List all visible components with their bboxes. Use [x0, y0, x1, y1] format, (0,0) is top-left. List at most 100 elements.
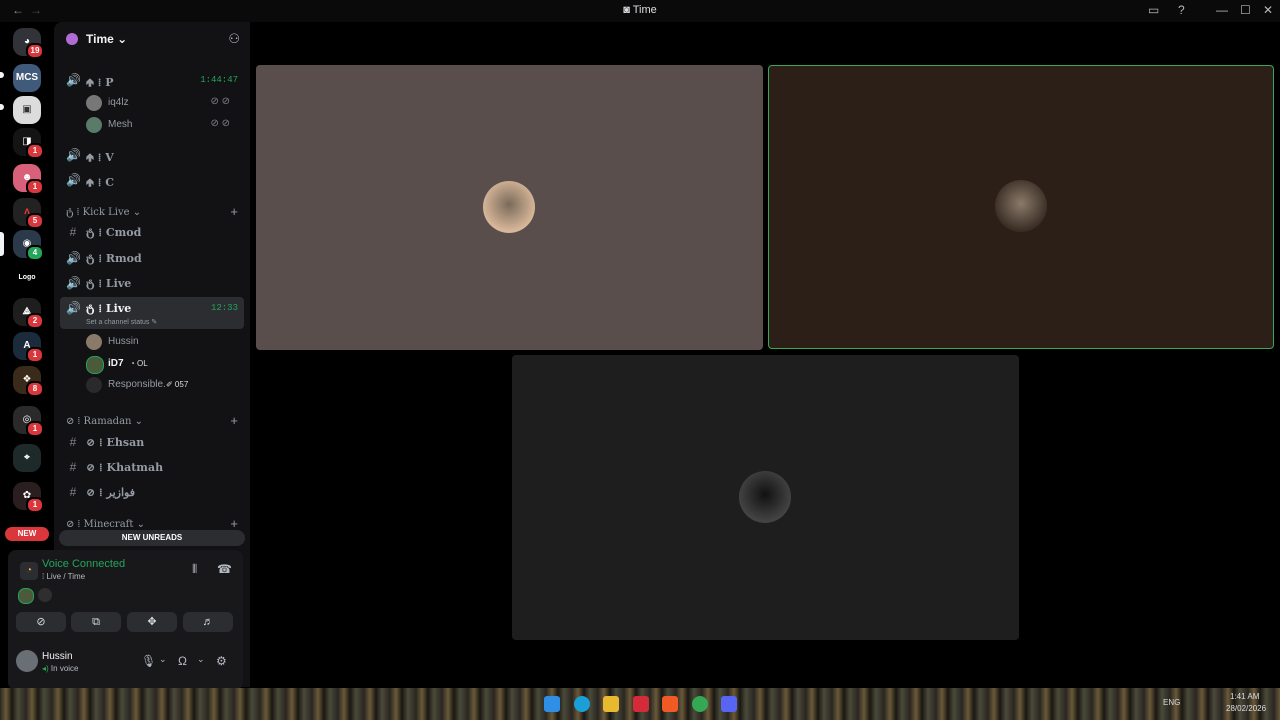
server-icon[interactable]: MCS: [13, 64, 41, 92]
add-channel-icon[interactable]: +: [230, 516, 238, 531]
voice-channel-rmod[interactable]: 🔊 ტ ⁞ Rmod: [60, 247, 244, 269]
server-icon[interactable]: ▣: [13, 96, 41, 124]
chevron-down-icon: ⌄: [134, 416, 144, 427]
muted-deafened-icon: ⊘ ⊘: [210, 118, 230, 129]
video-tile[interactable]: [512, 355, 1019, 640]
server-folder[interactable]: ❖ 8: [13, 366, 44, 397]
chrome-icon[interactable]: [692, 696, 708, 712]
title-bar: ← → ◙ Time ▭ ? — ☐ ✕: [0, 0, 1280, 22]
participant-avatar: [995, 180, 1047, 232]
speaker-icon: 🔊: [66, 173, 81, 187]
voice-channel-p[interactable]: 🔊 🢁 ⁞ P 1:44:47: [60, 69, 244, 91]
text-channel-cmod[interactable]: # ტ ⁞ Cmod: [60, 221, 244, 243]
avatar[interactable]: [18, 588, 34, 604]
text-channel-fawazeer[interactable]: # ⊘ ⁞ فوازير: [60, 481, 244, 503]
avatar: [86, 95, 102, 111]
camera-off-icon: ⊘: [36, 616, 46, 628]
unread-pill: [0, 72, 4, 78]
speaker-icon: ◙: [623, 4, 633, 16]
new-unreads-pill[interactable]: NEW: [5, 527, 49, 541]
participant-avatar: [739, 471, 791, 523]
chevron-down-icon: ⌄: [132, 207, 142, 218]
video-tile-speaking[interactable]: [768, 65, 1274, 349]
voice-channel-live-active[interactable]: 🔊 ტ ⁞ Live 12:33 Set a channel status ✎: [60, 297, 244, 329]
server-folder[interactable]: ✿ 1: [13, 482, 44, 513]
disconnect-icon[interactable]: ☎: [217, 562, 232, 576]
unread-pill: [0, 104, 4, 110]
server-folder[interactable]: ⌖: [13, 444, 41, 472]
voice-user[interactable]: Mesh ⊘ ⊘: [86, 115, 236, 135]
forward-arrow-icon[interactable]: →: [30, 3, 42, 17]
screen-share-button[interactable]: ⧉: [71, 612, 121, 632]
chevron-down-icon: ⌄: [117, 32, 128, 46]
voice-user[interactable]: Responsible. ✐ 057: [86, 375, 236, 395]
server-icon[interactable]: ⟁ 2: [13, 298, 44, 329]
category-minecraft[interactable]: ⊘ ⁞ Minecraft ⌄: [66, 519, 145, 530]
app-icon[interactable]: [633, 696, 649, 712]
avatar[interactable]: [38, 588, 52, 602]
help-icon[interactable]: ?: [1178, 3, 1185, 17]
server-icon[interactable]: ☻ 1: [13, 164, 44, 195]
set-channel-status[interactable]: Set a channel status ✎: [86, 318, 157, 326]
server-icon[interactable]: A1: [13, 332, 44, 363]
noise-suppression-icon[interactable]: ⦀: [192, 562, 197, 577]
chevron-down-icon[interactable]: ⌄: [159, 654, 167, 665]
voice-status[interactable]: Voice Connected: [42, 558, 125, 570]
language-indicator[interactable]: ENG: [1163, 698, 1180, 707]
discord-icon[interactable]: [721, 696, 737, 712]
avatar: [86, 334, 102, 350]
voice-channel-v[interactable]: 🔊 🢁 ⁞ V: [60, 144, 244, 166]
speaker-icon: 🔊: [66, 301, 81, 315]
text-channel-ehsan[interactable]: # ⊘ ⁞ Ehsan: [60, 431, 244, 453]
soundboard-button[interactable]: ♬: [183, 612, 233, 632]
server-icon[interactable]: Logo: [13, 264, 41, 292]
voice-timer: 12:33: [210, 303, 238, 313]
server-folder[interactable]: ◎ 1: [13, 406, 44, 437]
soundboard-icon: ♬: [202, 616, 214, 628]
voice-timer: 1:44:47: [200, 75, 238, 85]
voice-channel-c[interactable]: 🔊 🢁 ⁞ C: [60, 169, 244, 191]
new-unreads-banner[interactable]: NEW UNREADS: [59, 530, 245, 546]
edge-icon[interactable]: [574, 696, 590, 712]
user-name[interactable]: Hussin: [42, 651, 73, 662]
voice-user[interactable]: Hussin: [86, 332, 236, 352]
activities-icon: ✥: [147, 616, 157, 628]
text-channel-khatmah[interactable]: # ⊘ ⁞ Khatmah: [60, 456, 244, 478]
home-button[interactable]: ◕ 19: [13, 28, 44, 59]
maximize-button[interactable]: ☐: [1240, 3, 1251, 17]
guild-header[interactable]: Time ⌄ ⚇: [54, 22, 250, 56]
camera-off-button[interactable]: ⊘: [16, 612, 66, 632]
participant-avatar: [483, 181, 535, 233]
add-friend-icon[interactable]: ⚇: [228, 31, 240, 47]
folder-icon[interactable]: [603, 696, 619, 712]
brave-icon[interactable]: [662, 696, 678, 712]
back-arrow-icon[interactable]: ←: [12, 3, 24, 17]
activities-button[interactable]: ✥: [127, 612, 177, 632]
voice-user[interactable]: iq4lz ⊘ ⊘: [86, 93, 236, 113]
signal-icon[interactable]: ◔: [20, 562, 38, 580]
server-icon[interactable]: ʌ5: [13, 198, 44, 229]
close-button[interactable]: ✕: [1263, 3, 1273, 17]
add-channel-icon[interactable]: +: [230, 413, 238, 428]
clock-time[interactable]: 1:41 AM: [1230, 692, 1259, 701]
video-tile[interactable]: [256, 65, 763, 350]
microphone-icon[interactable]: 🎙: [141, 654, 156, 668]
headphones-icon[interactable]: Ω: [178, 654, 187, 668]
gear-icon[interactable]: ⚙: [216, 654, 227, 668]
minimize-button[interactable]: —: [1216, 3, 1228, 17]
avatar[interactable]: [16, 650, 38, 672]
add-channel-icon[interactable]: +: [230, 204, 238, 219]
voice-user[interactable]: iD7 ◔ OL: [86, 354, 236, 374]
inbox-icon[interactable]: ▭: [1148, 3, 1159, 17]
clock-date[interactable]: 28/02/2026: [1226, 704, 1266, 713]
voice-channel-live[interactable]: 🔊 ტ ⁞ Live: [60, 272, 244, 294]
category-kick-live[interactable]: ტ ⁞ Kick Live ⌄: [66, 207, 141, 218]
hash-icon: #: [69, 225, 77, 239]
start-icon[interactable]: [544, 696, 560, 712]
guild-name: Time ⌄: [86, 32, 128, 46]
server-icon[interactable]: ◨ 1: [13, 128, 44, 159]
category-ramadan[interactable]: ⊘ ⁞ Ramadan ⌄: [66, 416, 143, 427]
voice-location[interactable]: ⁞ Live / Time: [42, 572, 85, 581]
server-icon[interactable]: ◉ 4: [13, 230, 44, 261]
chevron-down-icon[interactable]: ⌄: [197, 654, 205, 665]
